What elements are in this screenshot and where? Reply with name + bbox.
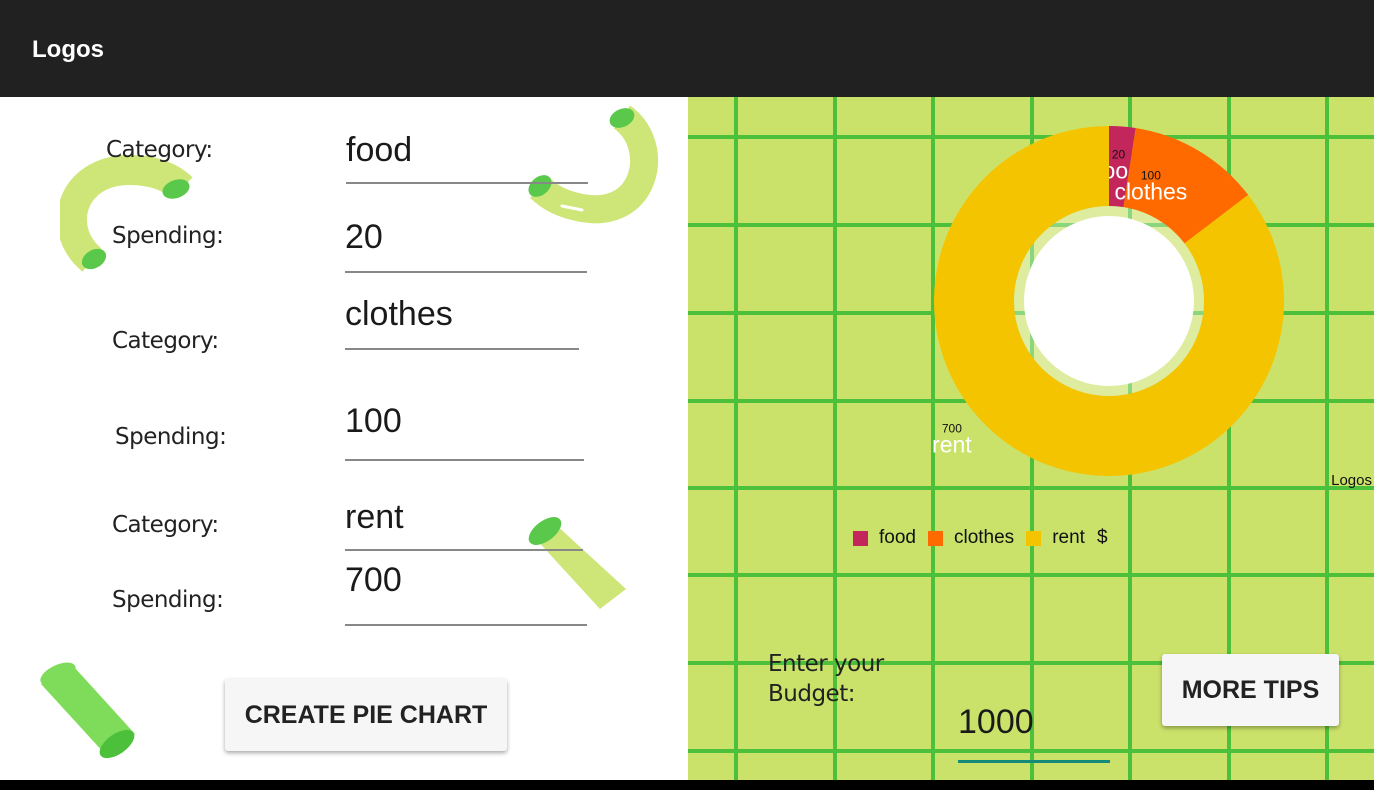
budget-label-line2: Budget: [768,681,855,707]
data-label-name-rent: rent [932,431,972,457]
legend-swatch-food [853,530,868,546]
legend-swatch-rent [1026,530,1042,546]
spending-input-value: 20 [345,218,383,256]
input-underline [345,549,583,551]
legend-currency-suffix: $ [1096,527,1108,548]
category-label: Category: [112,328,219,354]
chart-watermark: Logos [1331,472,1372,489]
legend-label-food: food [879,527,916,548]
category-input-value: rent [345,498,404,536]
legend-swatch-clothes [927,530,943,546]
spending-label: Spending: [112,223,224,249]
input-underline [346,182,588,184]
chart-panel: 20 food 100 clothes 700 rent Logos food cloth… [688,97,1374,780]
donut-center-hole [1024,216,1194,386]
spending-input-value: 700 [345,561,402,599]
category-input-value: clothes [345,295,453,333]
legend-item-clothes: clothes [927,527,1015,549]
legend-item-rent: rent $ [1026,527,1108,549]
legend-label-clothes: clothes [953,527,1015,548]
more-tips-button[interactable]: MORE TIPS [1162,654,1339,726]
budget-form-panel: Category: food Spending: 20 Category: cl… [0,97,688,780]
budget-input-underline [958,760,1110,763]
create-pie-chart-button[interactable]: CREATE PIE CHART [225,679,507,751]
chart-legend: food clothes rent $ [853,527,1120,549]
budget-label: Enter your Budget: [768,649,884,709]
legend-item-food: food [853,527,916,549]
app-bar: Logos [0,0,1374,97]
category-input-value: food [346,131,413,169]
input-underline [345,459,584,461]
budget-input-value: 1000 [958,703,1034,741]
spending-input-value: 100 [345,402,402,440]
decorative-curved-tube-right [528,105,659,224]
input-underline [345,348,579,350]
decorative-tube-middle [528,517,626,609]
data-label-name-clothes: clothes [1114,179,1187,205]
budget-label-line1: Enter your [768,651,884,677]
spending-donut-chart: 20food 100clothes700rent [932,126,1284,476]
decorative-curved-tube-left [60,154,193,272]
input-underline [345,624,587,626]
bottom-bar [0,780,1374,790]
spending-label: Spending: [112,587,224,613]
legend-label-rent: rent [1052,527,1085,548]
app-title: Logos [32,36,104,63]
input-underline [345,271,587,273]
category-label: Category: [112,512,219,538]
decorative-tube-bottom [40,662,135,759]
category-label: Category: [106,137,213,163]
spending-label: Spending: [115,424,227,450]
